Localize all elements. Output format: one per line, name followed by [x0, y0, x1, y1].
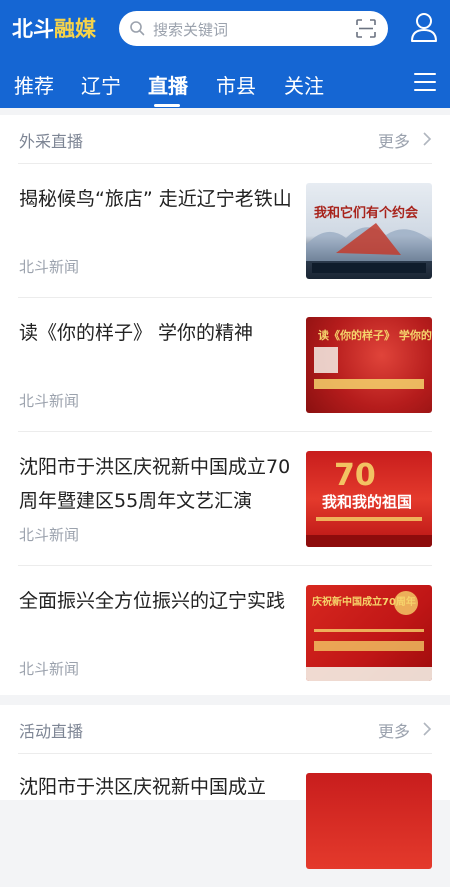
news-title[interactable]: 读《你的样子》 学你的精神 [19, 316, 293, 350]
search-icon [130, 21, 145, 36]
channel-tabs: 推荐 辽宁 直播 市县 关注 [0, 58, 450, 108]
section-header: 活动直播 更多 [0, 705, 450, 753]
tab-recommend[interactable]: 推荐 [14, 70, 54, 99]
svg-text:70: 70 [334, 458, 376, 493]
chevron-right-icon[interactable] [422, 722, 432, 736]
chevron-right-icon[interactable] [422, 132, 432, 146]
tab-liaoning[interactable]: 辽宁 [81, 70, 121, 99]
list-item[interactable]: 全面振兴全方位振兴的辽宁实践 北斗新闻 庆祝新中国成立70周年 [0, 566, 450, 699]
section-title: 活动直播 [19, 722, 84, 741]
news-source: 北斗新闻 [19, 526, 80, 544]
news-thumbnail[interactable]: 70 我和我的祖国 [306, 451, 432, 547]
user-icon[interactable] [410, 12, 438, 42]
thumb-art: 庆祝新中国成立70周年 [306, 591, 432, 681]
news-thumbnail[interactable]: 我和它们有个约会 [306, 183, 432, 279]
news-title[interactable]: 揭秘候鸟“旅店” 走近辽宁老铁山 [19, 182, 293, 216]
tab-follow[interactable]: 关注 [284, 70, 324, 99]
section-outside-live: 外采直播 更多 揭秘候鸟“旅店” 走近辽宁老铁山 北斗新闻 我和它们有个约会 读… [0, 115, 450, 695]
thumb-landscape-art: 我和它们有个约会 [306, 205, 432, 273]
list-item[interactable]: 沈阳市于洪区庆祝新中国成立 [0, 754, 450, 887]
more-link[interactable]: 更多 [378, 128, 410, 152]
news-thumbnail[interactable]: 读《你的样子》 学你的精神 [306, 317, 432, 413]
app-header: 北斗 融媒 搜索关键词 推荐 辽宁 直播 市县 关注 [0, 0, 450, 108]
section-header: 外采直播 更多 [0, 115, 450, 163]
search-input[interactable]: 搜索关键词 [119, 11, 388, 46]
news-title[interactable]: 沈阳市于洪区庆祝新中国成立70周年暨建区55周年文艺汇演 [19, 450, 293, 518]
news-title[interactable]: 沈阳市于洪区庆祝新中国成立 [19, 770, 293, 804]
list-item[interactable]: 沈阳市于洪区庆祝新中国成立70周年暨建区55周年文艺汇演 北斗新闻 70 我和我… [0, 432, 450, 565]
more-link[interactable]: 更多 [378, 718, 410, 742]
thumb-caption: 我和它们有个约会 [314, 205, 419, 221]
thumb-art: 读《你的样子》 学你的精神 [314, 328, 432, 389]
news-source: 北斗新闻 [19, 258, 80, 276]
menu-icon[interactable] [414, 73, 436, 93]
thumb-caption: 读《你的样子》 学你的精神 [318, 328, 432, 342]
news-title[interactable]: 全面振兴全方位振兴的辽宁实践 [19, 584, 293, 618]
list-item[interactable]: 揭秘候鸟“旅店” 走近辽宁老铁山 北斗新闻 我和它们有个约会 [0, 164, 450, 297]
tab-counties[interactable]: 市县 [216, 70, 256, 99]
thumb-caption: 我和我的祖国 [322, 493, 412, 511]
list-item[interactable]: 读《你的样子》 学你的精神 北斗新闻 读《你的样子》 学你的精神 [0, 298, 450, 431]
section-title: 外采直播 [19, 132, 84, 151]
news-thumbnail[interactable] [306, 773, 432, 869]
active-tab-indicator [154, 104, 180, 107]
scan-icon[interactable] [356, 19, 376, 38]
news-source: 北斗新闻 [19, 392, 80, 410]
app-logo[interactable]: 北斗 融媒 [12, 12, 96, 44]
tab-live[interactable]: 直播 [148, 70, 188, 99]
news-thumbnail[interactable]: 庆祝新中国成立70周年 [306, 585, 432, 681]
thumb-art: 70 我和我的祖国 [306, 458, 432, 547]
news-source: 北斗新闻 [19, 660, 80, 678]
search-placeholder: 搜索关键词 [153, 21, 229, 39]
section-event-live: 活动直播 更多 沈阳市于洪区庆祝新中国成立 [0, 705, 450, 869]
